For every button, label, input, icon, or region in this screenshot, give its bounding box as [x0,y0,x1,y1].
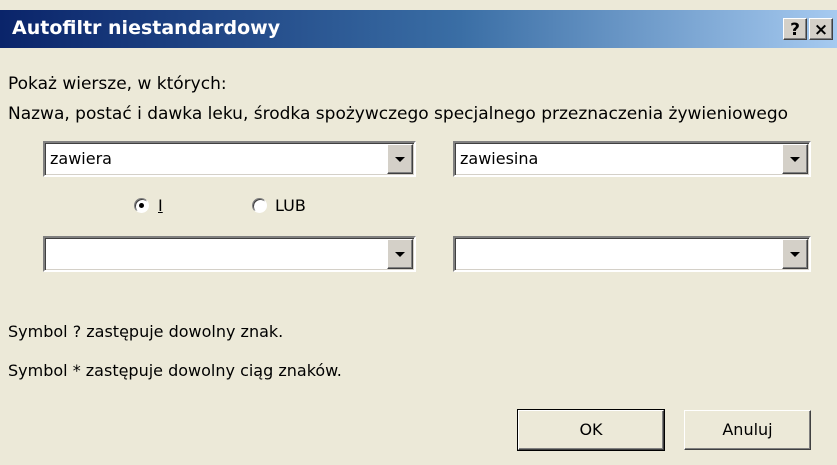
title-bar[interactable]: Autofiltr niestandardowy ? × [0,10,837,48]
operator-select-2[interactable] [43,236,416,272]
help-icon: ? [790,20,800,40]
show-rows-prompt: Pokaż wiersze, w których: [8,74,227,94]
operator-select-2-dropdown-button[interactable] [387,239,413,269]
chevron-down-icon [395,252,405,257]
hint-single-char: Symbol ? zastępuje dowolny znak. [8,322,284,341]
chevron-down-icon [395,157,405,162]
close-button[interactable]: × [809,18,833,40]
operator-select-1-value: zawiera [50,149,112,168]
operator-select-1[interactable]: zawiera [43,141,416,177]
column-name-label: Nazwa, postać i dawka leku, środka spoży… [8,104,789,124]
or-radio-label[interactable]: LUB [275,196,306,215]
or-radio[interactable] [252,198,267,213]
value-select-2[interactable] [453,236,811,272]
operator-select-1-dropdown-button[interactable] [387,144,413,174]
hint-any-string: Symbol * zastępuje dowolny ciąg znaków. [8,361,342,380]
ok-button[interactable]: OK [517,409,665,451]
and-radio[interactable] [134,198,149,213]
help-button[interactable]: ? [783,18,807,40]
value-select-1-dropdown-button[interactable] [782,144,808,174]
value-select-2-dropdown-button[interactable] [782,239,808,269]
chevron-down-icon [790,252,800,257]
chevron-down-icon [790,157,800,162]
radio-selected-dot [139,203,144,208]
value-select-1[interactable]: zawiesina [453,141,811,177]
window-title: Autofiltr niestandardowy [12,17,281,39]
value-select-1-value: zawiesina [460,149,539,168]
cancel-button[interactable]: Anuluj [684,410,811,450]
and-radio-label[interactable]: I [158,196,163,215]
custom-autofilter-dialog: Autofiltr niestandardowy ? × Pokaż wiers… [0,0,837,465]
close-icon: × [813,20,829,40]
